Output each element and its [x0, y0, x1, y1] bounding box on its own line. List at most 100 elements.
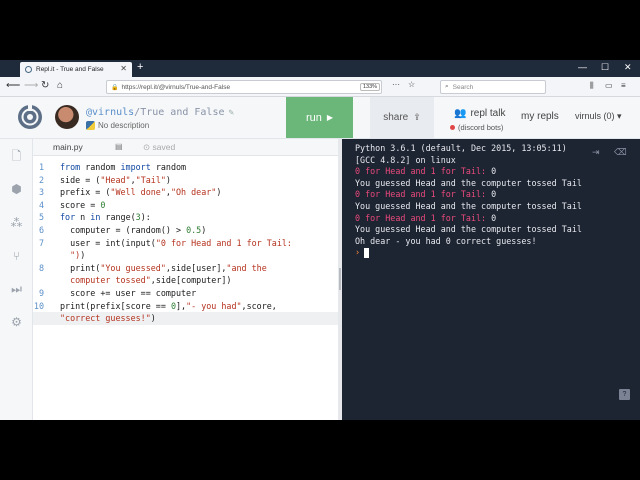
new-tab-button[interactable]: + [137, 61, 143, 73]
browser-window: Repl.it - True and False ✕ + — ☐ ✕ ⟵ ⟶ ↻… [0, 60, 640, 420]
page-actions-icon[interactable]: ··· [392, 80, 400, 89]
console-line: You guessed Head and the computer tossed… [355, 200, 582, 211]
tab-main-py[interactable]: main.py [53, 142, 83, 152]
pane-divider-handle[interactable] [339, 268, 341, 290]
console-input-line[interactable]: › [355, 247, 582, 259]
code-line[interactable]: 5 for n in range(3): [33, 211, 339, 224]
code-lines[interactable]: 1 from random import random 2 side = ("Head… [33, 161, 339, 325]
code-text[interactable]: computer = (random() > 0.5) [60, 224, 206, 237]
clear-console-icon[interactable]: ⌫ [614, 147, 627, 158]
bookmark-star-icon[interactable]: ☆ [408, 80, 415, 89]
search-icon: ⌕ [445, 83, 449, 90]
code-line[interactable]: 9 score += user == computer [33, 287, 339, 300]
version-control-icon[interactable]: ⑂ [9, 249, 24, 264]
gear-icon[interactable]: ⚙ [9, 315, 24, 330]
settings-sliders-icon[interactable]: ⁂ [9, 216, 24, 231]
console-line: You guessed Head and the computer tossed… [355, 177, 582, 188]
console-line: Python 3.6.1 (default, Dec 2015, 13:05:1… [355, 143, 567, 153]
discord-link[interactable]: (discord bots) [450, 123, 503, 132]
code-line[interactable]: 1 from random import random [33, 161, 339, 174]
tab-close-icon[interactable]: ✕ [120, 64, 127, 73]
zoom-level[interactable]: 133% [360, 83, 381, 91]
debugger-icon[interactable]: ⏭ [9, 282, 24, 297]
console-line: 0 for Head and 1 for Tail: 0 [355, 189, 497, 200]
username-handle[interactable]: @virnuls [86, 107, 134, 118]
line-number: 6 [38, 224, 44, 235]
reload-icon[interactable]: ↻ [41, 80, 49, 91]
code-line[interactable]: ")) [33, 249, 339, 262]
files-icon[interactable]: 🗋 [9, 149, 24, 164]
console-expand-icon[interactable]: ⇥ [592, 147, 600, 158]
console-panel[interactable]: Python 3.6.1 (default, Dec 2015, 13:05:1… [342, 139, 640, 420]
user-menu[interactable]: virnuls (0) ▾ [575, 111, 622, 122]
code-text[interactable]: for n in range(3): [60, 211, 151, 224]
menu-icon[interactable]: ≡ [621, 81, 626, 90]
code-line[interactable]: 10 print(prefix[score == 0],"- you had",s… [33, 300, 339, 313]
console-line: 0 for Head and 1 for Tail: 0 [355, 166, 497, 177]
code-line[interactable]: 6 computer = (random() > 0.5) [33, 224, 339, 237]
line-number: 4 [38, 199, 44, 210]
line-number: 9 [38, 287, 44, 298]
avatar[interactable] [55, 105, 79, 129]
library-icon[interactable]: ⫼ [590, 81, 594, 91]
console-line: Oh dear - you had 0 correct guesses! [355, 235, 537, 246]
back-icon[interactable]: ⟵ [6, 80, 20, 91]
code-text[interactable]: print("You guessed",side[user],"and the [60, 262, 267, 275]
lock-icon: 🔒 [111, 84, 119, 91]
line-number: 10 [33, 300, 44, 311]
search-input[interactable]: ⌕ Search [440, 80, 546, 94]
my-repls-link[interactable]: my repls [521, 111, 559, 122]
code-line[interactable]: 3 prefix = ("Well done","Oh dear") [33, 186, 339, 199]
code-text[interactable]: user = int(input("0 for Head and 1 for T… [60, 237, 292, 250]
code-line[interactable]: computer tossed",side[computer]) [33, 274, 339, 287]
share-button[interactable]: share ⇪ [370, 97, 434, 138]
prompt-icon: › [355, 247, 361, 258]
file-icon[interactable]: ▤ [115, 142, 123, 151]
edit-pencil-icon[interactable]: ✎ [228, 108, 233, 118]
minimize-button[interactable]: — [578, 62, 587, 72]
code-text[interactable]: side = ("Head","Tail") [60, 174, 171, 187]
code-text[interactable]: computer tossed",side[computer]) [60, 274, 231, 287]
code-line[interactable]: "correct guesses!") [33, 312, 339, 325]
code-line[interactable]: 8 print("You guessed",side[user],"and th… [33, 262, 339, 275]
home-icon[interactable]: ⌂ [57, 80, 63, 91]
tab-bar: Repl.it - True and False ✕ + — ☐ ✕ [0, 60, 640, 77]
code-text[interactable]: score += user == computer [60, 287, 196, 300]
browser-tab[interactable]: Repl.it - True and False ✕ [20, 62, 132, 77]
replit-logo-icon[interactable] [17, 104, 43, 130]
code-line[interactable]: 7 user = int(input("0 for Head and 1 for… [33, 237, 339, 250]
line-number [33, 249, 60, 262]
code-text[interactable]: print(prefix[score == 0],"- you had",sco… [60, 300, 277, 313]
close-window-button[interactable]: ✕ [624, 62, 632, 73]
forward-icon[interactable]: ⟶ [24, 80, 38, 91]
code-text[interactable]: ")) [60, 249, 85, 262]
line-number: 8 [38, 262, 44, 273]
address-bar[interactable]: 🔒 https://repl.it/@virnuls/True-and-Fals… [106, 80, 382, 94]
text-cursor [364, 247, 370, 258]
code-editor[interactable]: main.py ▤ ⊙ saved 1 from random import ra… [33, 139, 339, 420]
editor-tab-bar: main.py ▤ ⊙ saved [33, 139, 339, 156]
code-text[interactable]: from random import random [60, 161, 186, 174]
code-line[interactable]: 2 side = ("Head","Tail") [33, 174, 339, 187]
play-icon: ▶ [326, 113, 334, 122]
project-description: No description [86, 121, 149, 130]
saved-status: ⊙ saved [143, 142, 176, 152]
console-line: [GCC 4.8.2] on linux [355, 154, 456, 165]
help-button[interactable]: ? [619, 389, 630, 400]
notification-dot [450, 125, 455, 130]
url-text: https://repl.it/@virnuls/True-and-False [121, 83, 231, 91]
project-name: /True and False [134, 107, 225, 118]
sidebar-toggle-icon[interactable]: ▭ [605, 81, 613, 90]
code-text[interactable]: prefix = ("Well done","Oh dear") [60, 186, 221, 199]
repl-talk-link[interactable]: 👥 repl talk [454, 108, 505, 119]
code-line[interactable]: 4 score = 0 [33, 199, 339, 212]
run-button[interactable]: run ▶ [286, 97, 353, 138]
console-line: 0 for Head and 1 for Tail: 0 [355, 212, 497, 223]
code-text[interactable]: "correct guesses!") [60, 312, 156, 325]
code-text[interactable]: score = 0 [60, 199, 105, 212]
console-output: Python 3.6.1 (default, Dec 2015, 13:05:1… [355, 143, 582, 259]
line-number [33, 274, 60, 287]
packages-icon[interactable]: ⬢ [9, 182, 24, 197]
maximize-button[interactable]: ☐ [601, 62, 609, 73]
python-icon [86, 121, 95, 130]
